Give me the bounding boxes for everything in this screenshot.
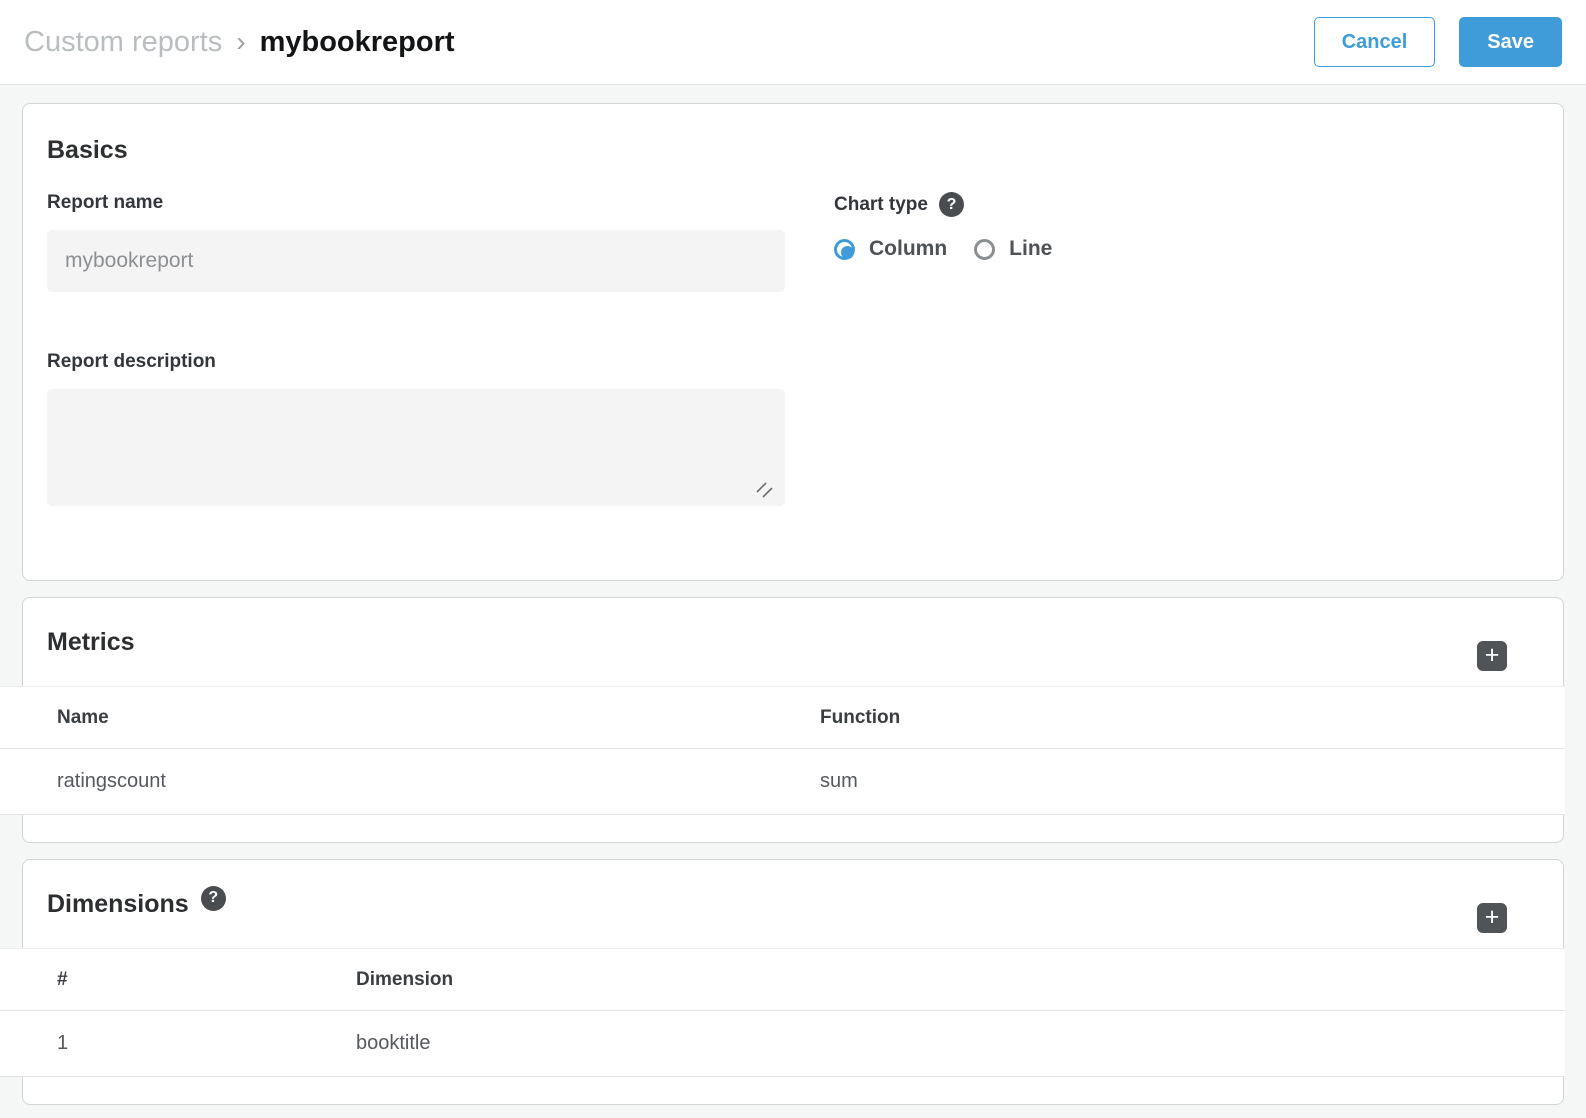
chart-type-line-option[interactable]: Line	[974, 237, 1052, 261]
dimensions-table-header: # Dimension	[0, 948, 1565, 1011]
metrics-table-header: Name Function	[0, 686, 1565, 749]
report-name-input[interactable]	[47, 230, 785, 292]
report-description-input[interactable]	[47, 389, 785, 506]
chart-type-label: Chart type	[834, 194, 928, 216]
chart-type-line-label: Line	[1009, 237, 1052, 261]
dimensions-title-row: Dimensions ?	[47, 890, 226, 919]
basics-section: Basics Report name Report description Ch…	[22, 103, 1564, 581]
report-description-label: Report description	[47, 351, 785, 373]
dimensions-footer	[23, 1077, 1563, 1104]
header-actions: Cancel Save	[1314, 17, 1562, 67]
metric-name-cell: ratingscount	[0, 770, 820, 793]
dimensions-title: Dimensions	[47, 890, 189, 919]
metric-function-cell: sum	[820, 770, 858, 793]
dimensions-section: Dimensions ? + # Dimension 1 booktitle	[22, 859, 1564, 1105]
dimensions-header: Dimensions ?	[23, 860, 1563, 948]
dimension-index-cell: 1	[0, 1032, 356, 1055]
metrics-table-row[interactable]: ratingscount sum	[0, 749, 1565, 815]
report-name-label: Report name	[47, 192, 785, 214]
basics-grid: Report name Report description Chart typ…	[47, 192, 1539, 506]
radio-unselected-icon	[974, 239, 995, 260]
chart-type-column-label: Column	[869, 237, 947, 261]
metrics-footer	[23, 815, 1563, 842]
metrics-title: Metrics	[47, 628, 135, 657]
page-header: Custom reports › mybookreport Cancel Sav…	[0, 0, 1586, 85]
basics-right-column: Chart type ? Column Line	[834, 192, 1539, 506]
dimensions-table: # Dimension 1 booktitle	[0, 948, 1565, 1077]
dimension-name-cell: booktitle	[356, 1032, 431, 1055]
report-editor: Basics Report name Report description Ch…	[0, 85, 1586, 1118]
basics-title: Basics	[47, 136, 1539, 165]
metrics-column-name: Name	[0, 707, 820, 729]
page-title: mybookreport	[260, 26, 455, 59]
add-metric-button[interactable]: +	[1477, 641, 1507, 671]
chart-type-help-icon[interactable]: ?	[939, 192, 964, 217]
breadcrumb: Custom reports › mybookreport	[24, 26, 455, 59]
add-dimension-button[interactable]: +	[1477, 903, 1507, 933]
metrics-column-function: Function	[820, 707, 900, 729]
dimensions-column-index: #	[0, 969, 356, 991]
chart-type-radio-group: Column Line	[834, 237, 1539, 261]
basics-left-column: Report name Report description	[47, 192, 785, 506]
report-description-wrap	[47, 389, 785, 506]
radio-selected-icon	[834, 239, 855, 260]
chart-type-label-row: Chart type ?	[834, 192, 1539, 217]
chevron-right-icon: ›	[236, 26, 245, 58]
dimensions-help-icon[interactable]: ?	[201, 886, 226, 911]
dimensions-table-row[interactable]: 1 booktitle	[0, 1011, 1565, 1077]
metrics-table: Name Function ratingscount sum	[0, 686, 1565, 815]
metrics-header: Metrics	[23, 598, 1563, 686]
breadcrumb-parent-link[interactable]: Custom reports	[24, 26, 222, 59]
chart-type-column-option[interactable]: Column	[834, 237, 947, 261]
cancel-button[interactable]: Cancel	[1314, 17, 1436, 67]
dimensions-column-dimension: Dimension	[356, 969, 453, 991]
save-button[interactable]: Save	[1459, 17, 1562, 67]
metrics-section: Metrics + Name Function ratingscount sum	[22, 597, 1564, 843]
